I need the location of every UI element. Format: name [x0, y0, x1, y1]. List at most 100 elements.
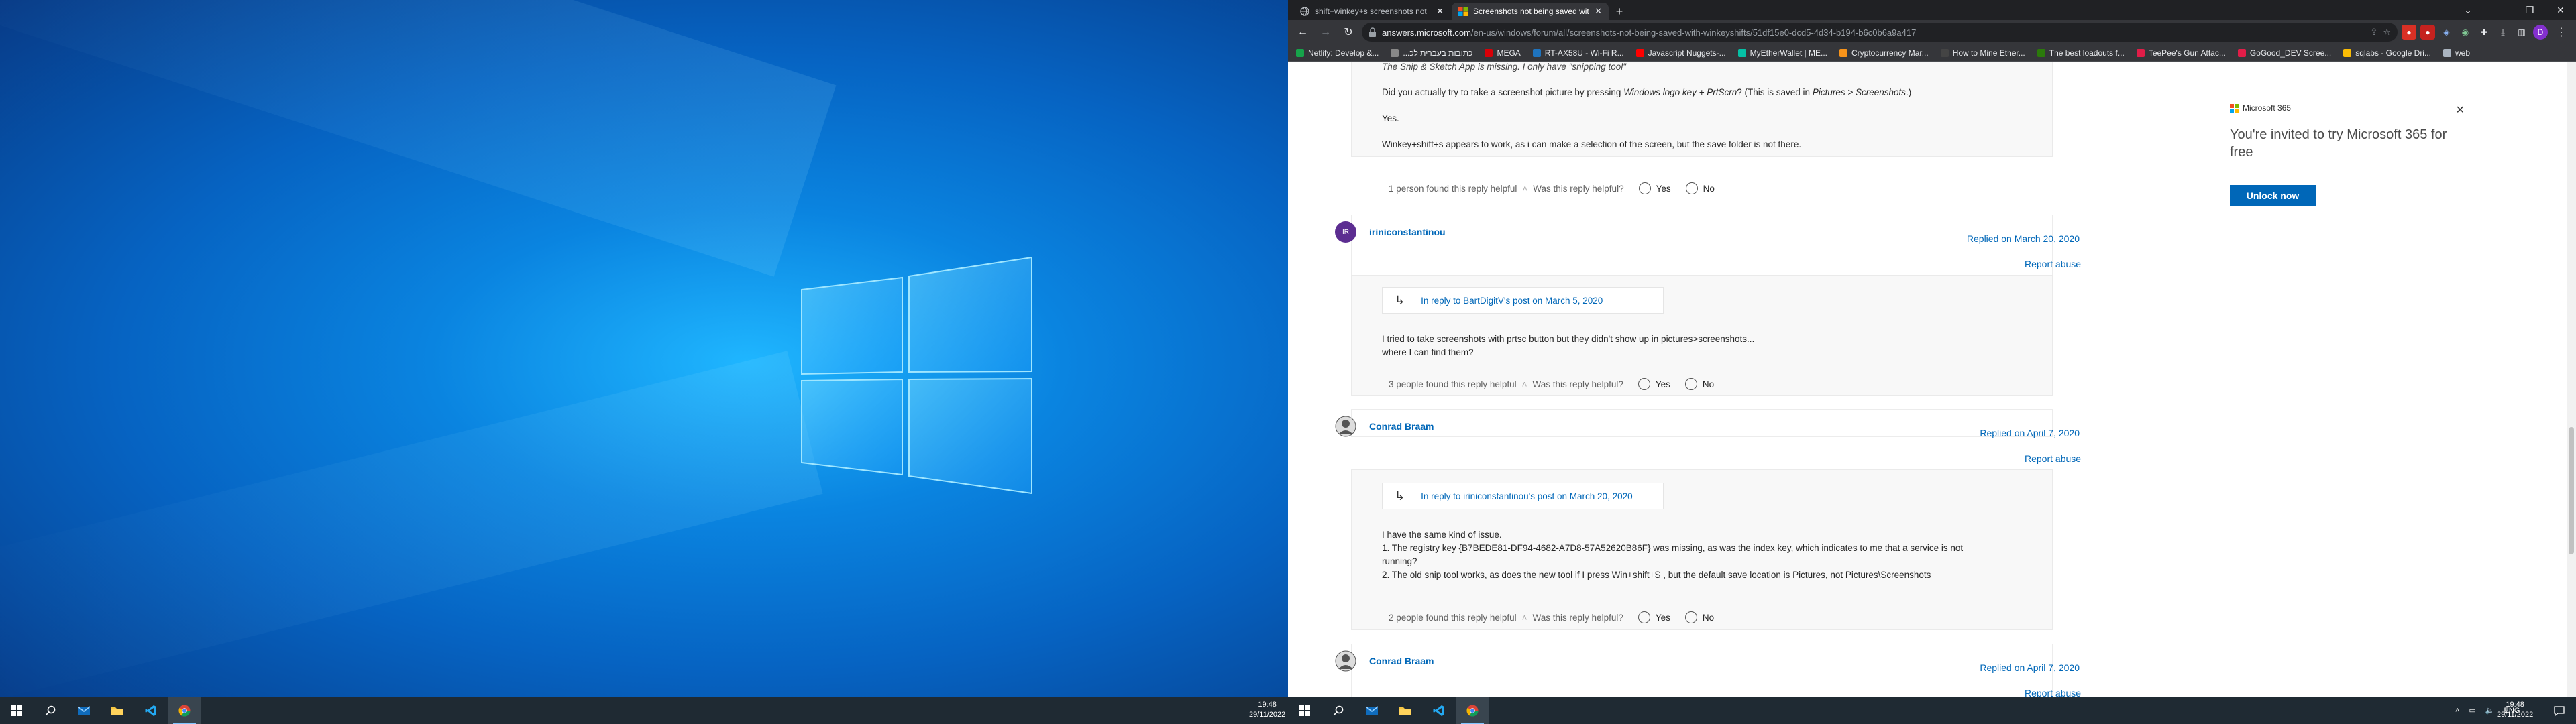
bookmark-item[interactable]: MEGA	[1485, 48, 1521, 58]
bookmark-item[interactable]: MyEtherWallet | ME...	[1737, 48, 1827, 58]
bookmark-item[interactable]: TeePee's Gun Attac...	[2136, 48, 2226, 58]
post-author: Conrad Braam	[1335, 416, 1434, 437]
helpful-no-radio[interactable]	[1684, 611, 1697, 623]
vote-caret-icon[interactable]: ˄	[1522, 184, 1527, 194]
author-name[interactable]: Conrad Braam	[1369, 421, 1434, 432]
tab-close-icon[interactable]: ✕	[1436, 6, 1444, 17]
bookmark-label: sqlabs - Google Dri...	[2355, 48, 2431, 58]
mail-icon	[77, 706, 91, 715]
minimize-icon[interactable]: —	[2483, 0, 2514, 20]
bookmark-item[interactable]: How to Mine Ether...	[1940, 48, 2025, 58]
chrome-menu-icon[interactable]: ⋮	[2552, 23, 2571, 42]
back-arrow-icon[interactable]: ←	[1293, 23, 1312, 42]
bookmark-label: RT-AX58U - Wi-Fi R...	[1544, 48, 1624, 58]
vscode-button[interactable]	[1422, 697, 1456, 724]
forward-arrow-icon[interactable]: →	[1316, 23, 1335, 42]
search-button[interactable]	[1322, 697, 1355, 724]
profile-avatar[interactable]: D	[2533, 25, 2548, 40]
bookmark-item[interactable]: RT-AX58U - Wi-Fi R...	[1532, 48, 1624, 58]
chrome-button[interactable]	[168, 697, 201, 724]
chrome-icon	[1466, 705, 1479, 717]
file-explorer-button[interactable]	[1389, 697, 1422, 724]
answers-page: The Snip & Sketch App is missing. I only…	[1288, 62, 2576, 697]
in-reply-link[interactable]: ↳ In reply to iriniconstantinou's post o…	[1382, 483, 1664, 509]
bookmark-item[interactable]: Javascript Nuggets-...	[1635, 48, 1726, 58]
tab-screenshots-not-saved[interactable]: Screenshots not being saved wit ✕	[1452, 3, 1609, 20]
extension-lastpass-icon[interactable]: ●	[2420, 25, 2435, 40]
restore-icon[interactable]: ❐	[2514, 0, 2545, 20]
page-scrollbar[interactable]	[2567, 62, 2576, 697]
vscode-button[interactable]	[134, 697, 168, 724]
helpful-yes-radio[interactable]	[1638, 611, 1650, 623]
volume-icon[interactable]: 🔈	[2485, 706, 2495, 715]
bookmark-item[interactable]: The best loadouts f...	[2037, 48, 2125, 58]
close-ad-icon[interactable]: ✕	[2456, 103, 2465, 117]
replied-date[interactable]: Replied on March 20, 2020	[1959, 233, 2080, 244]
bookmark-label: Javascript Nuggets-...	[1648, 48, 1726, 58]
mail-app-button[interactable]	[1355, 697, 1389, 724]
bookmark-item[interactable]: GoGood_DEV Scree...	[2237, 48, 2331, 58]
tab-search-icon[interactable]: ⌄	[2453, 0, 2483, 20]
extension-green-icon[interactable]: ◉	[2458, 25, 2473, 40]
mail-app-button[interactable]	[67, 697, 101, 724]
network-icon[interactable]: ▭	[2469, 706, 2475, 715]
post-card	[1351, 644, 2053, 697]
start-button[interactable]	[0, 697, 34, 724]
replied-date[interactable]: Replied on April 7, 2020	[1959, 662, 2080, 673]
helpful-row: 2 people found this reply helpful ˄ Was …	[1389, 611, 1714, 623]
replied-date[interactable]: Replied on April 7, 2020	[1959, 428, 2080, 438]
avatar[interactable]	[1335, 650, 1356, 672]
bookmark-favicon-icon	[2037, 48, 2045, 57]
search-button[interactable]	[34, 697, 67, 724]
tab-close-icon[interactable]: ✕	[1595, 6, 1602, 17]
taskbar-clock[interactable]: 19:48 29/11/2022	[1249, 700, 1285, 720]
share-icon[interactable]: ⇪	[2370, 27, 2377, 38]
new-tab-button[interactable]: +	[1610, 3, 1629, 20]
helpful-yes-radio[interactable]	[1638, 378, 1650, 390]
scrollbar-thumb[interactable]	[2569, 427, 2574, 554]
extension-red-icon[interactable]: ●	[2402, 25, 2416, 40]
chrome-window: shift+winkey+s screenshots not ✕ Screens…	[1288, 0, 2576, 697]
extensions-puzzle-icon[interactable]: ✚	[2477, 25, 2491, 40]
bookmark-item[interactable]: ...כתובות בעברית לכ	[1391, 48, 1472, 58]
bookmark-item[interactable]: Cryptocurrency Mar...	[1839, 48, 1929, 58]
start-button[interactable]	[1288, 697, 1322, 724]
vote-caret-icon[interactable]: ˄	[1522, 613, 1527, 623]
unlock-now-button[interactable]: Unlock now	[2230, 185, 2316, 206]
vote-caret-icon[interactable]: ˄	[1522, 379, 1527, 389]
avatar[interactable]: IR	[1335, 221, 1356, 243]
post-body-2: where I can find them?	[1382, 347, 1474, 357]
side-panel-icon[interactable]: ▥	[2514, 25, 2529, 40]
file-explorer-button[interactable]	[101, 697, 134, 724]
reply-arrow-icon: ↳	[1395, 293, 1405, 307]
helpful-no-radio[interactable]	[1684, 378, 1697, 390]
report-abuse-link[interactable]: Report abuse	[2025, 259, 2081, 269]
bookmark-star-icon[interactable]: ☆	[2383, 27, 2391, 38]
tab-shift-winkey[interactable]: shift+winkey+s screenshots not ✕	[1293, 3, 1450, 20]
bookmark-favicon-icon	[2343, 48, 2352, 57]
extension-generic-icon[interactable]: ◈	[2439, 25, 2454, 40]
notification-center-button[interactable]	[2542, 697, 2576, 724]
helpful-count: 1 person found this reply helpful	[1389, 183, 1517, 194]
tray-chevron-up-icon[interactable]: ˄	[2455, 707, 2459, 715]
search-icon	[1333, 705, 1344, 716]
in-reply-link[interactable]: ↳ In reply to BartDigitV's post on March…	[1382, 287, 1664, 314]
bookmark-item[interactable]: sqlabs - Google Dri...	[2343, 48, 2431, 58]
download-icon[interactable]: ⤓	[2496, 25, 2510, 40]
report-abuse-link[interactable]: Report abuse	[2025, 453, 2081, 464]
helpful-yes-radio[interactable]	[1638, 182, 1651, 194]
author-name[interactable]: Conrad Braam	[1369, 656, 1434, 666]
avatar[interactable]	[1335, 416, 1356, 437]
bookmark-item[interactable]: web	[2443, 48, 2470, 58]
report-abuse-link[interactable]: Report abuse	[2025, 688, 2081, 697]
bookmark-favicon-icon	[1296, 48, 1304, 57]
taskbar-clock[interactable]: 19:48 29/11/2022	[2497, 700, 2533, 720]
close-window-icon[interactable]: ✕	[2545, 0, 2576, 20]
reload-icon[interactable]: ↻	[1339, 23, 1358, 42]
author-name[interactable]: iriniconstantinou	[1369, 227, 1446, 237]
helpful-no-radio[interactable]	[1685, 182, 1698, 194]
address-bar[interactable]: answers.microsoft.com/en-us/windows/foru…	[1362, 23, 2398, 42]
bookmark-item[interactable]: Netlify: Develop &...	[1296, 48, 1379, 58]
bookmark-favicon-icon	[2443, 48, 2451, 57]
chrome-button[interactable]	[1456, 697, 1489, 724]
